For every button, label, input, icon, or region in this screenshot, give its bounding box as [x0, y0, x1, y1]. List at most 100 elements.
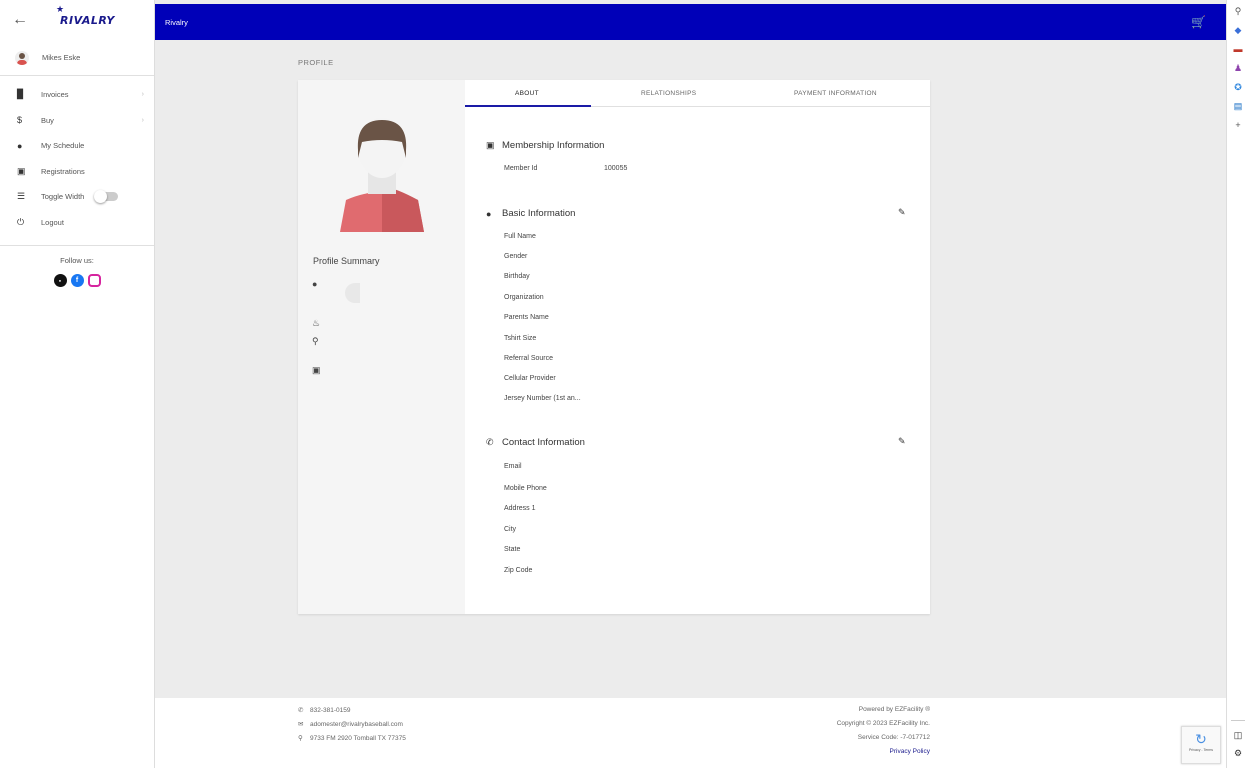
rivalry-logo[interactable]: ★ RIVALRY — [56, 5, 115, 27]
recaptcha-icon: ↻ — [1195, 731, 1207, 747]
app-title: Rivalry — [165, 17, 188, 27]
copilot-icon[interactable]: ✪ — [1232, 81, 1244, 93]
profile-summary-panel: Profile Summary ● ♨ ⚲ ▣ — [298, 80, 465, 614]
footer-email[interactable]: ✉ adomester@rivalrybaseball.com — [298, 720, 403, 728]
sidebar-item-buy[interactable]: $ Buy › — [0, 108, 154, 134]
facebook-icon[interactable]: f — [70, 274, 84, 287]
field-full-name: Full Name — [504, 233, 536, 240]
plus-icon[interactable]: + — [1232, 119, 1244, 131]
sidebar-item-invoices[interactable]: ▉ Invoices › — [0, 82, 154, 108]
chevron-right-icon: › — [141, 91, 144, 99]
recaptcha-links[interactable]: Privacy - Terms — [1182, 748, 1220, 752]
footer-phone[interactable]: ✆ 832-381-0159 — [298, 706, 350, 714]
active-tab-indicator — [465, 105, 591, 107]
sidebar-item-label: Registrations — [41, 166, 85, 176]
location-pin-icon: ⚲ — [298, 735, 303, 742]
powered-by: Powered by EZFacility ® — [858, 706, 930, 713]
outlook-icon[interactable]: ▤ — [1232, 100, 1244, 112]
tab-about[interactable]: ABOUT — [515, 90, 539, 97]
footer: ✆ 832-381-0159 ✉ adomester@rivalrybaseball… — [155, 698, 1226, 768]
browser-side-rail: ⚲ ◆ ▬ ♟ ✪ ▤ + ◫ ⚙ — [1226, 0, 1249, 768]
id-card-icon: ▣ — [17, 165, 26, 176]
sidebar-item-logout[interactable]: ⏻ Logout — [0, 210, 154, 236]
field-address-1: Address 1 — [504, 505, 536, 512]
sidebar-item-label: Logout — [41, 217, 64, 227]
field-referral-source: Referral Source — [504, 355, 554, 362]
edit-contact-pencil-icon[interactable]: ✎ — [898, 436, 906, 447]
sidebar-user[interactable]: Mikes Eske — [0, 40, 154, 76]
avatar — [15, 50, 29, 65]
user-name: Mikes Eske — [42, 53, 81, 62]
person-icon: ● — [17, 140, 23, 151]
sidebar-menu: ▉ Invoices › $ Buy › ● My Schedule ▣ Reg… — [0, 76, 154, 235]
member-id-value: 100055 — [604, 165, 628, 172]
field-jersey-number: Jersey Number (1st an... — [504, 395, 581, 402]
field-email: Email — [504, 463, 522, 470]
cart-icon[interactable]: 🛒 — [1191, 15, 1206, 29]
social-links: ● f — [0, 274, 154, 287]
field-organization: Organization — [504, 294, 544, 301]
location-pin-icon: ⚲ — [312, 336, 319, 346]
profile-tabs: ABOUT RELATIONSHIPS PAYMENT INFORMATION — [465, 80, 930, 107]
id-card-icon: ▣ — [312, 365, 321, 375]
tab-relationships[interactable]: RELATIONSHIPS — [641, 90, 696, 97]
invoice-icon: ▉ — [17, 89, 24, 100]
people-icon[interactable]: ♟ — [1232, 62, 1244, 74]
sidebar-item-toggle-width[interactable]: ☰ Toggle Width — [0, 184, 154, 210]
contact-section-title: ✆ Contact Information — [486, 437, 585, 448]
indent-icon: ☰ — [17, 191, 26, 202]
profile-card: Profile Summary ● ♨ ⚲ ▣ ABOUT RELATIONSH… — [298, 80, 930, 614]
sidebar: ← ★ RIVALRY Mikes Eske ▉ Invoices › $ Buy… — [0, 0, 155, 768]
field-tshirt-size: Tshirt Size — [504, 335, 537, 342]
sidebar-item-label: Invoices — [41, 90, 69, 100]
field-zip-code: Zip Code — [504, 567, 533, 574]
instagram-icon[interactable] — [87, 274, 101, 287]
service-code: Service Code: -7-017712 — [857, 734, 930, 741]
mail-icon: ✉ — [298, 721, 304, 728]
person-icon: ● — [486, 208, 492, 219]
sidebar-item-my-schedule[interactable]: ● My Schedule — [0, 133, 154, 159]
cake-icon: ♨ — [312, 318, 321, 328]
basic-section-title: ● Basic Information — [486, 208, 576, 219]
field-cellular-provider: Cellular Provider — [504, 375, 556, 382]
sidebar-item-label: My Schedule — [41, 141, 85, 151]
field-parents-name: Parents Name — [504, 314, 549, 321]
recaptcha-badge[interactable]: ↻ Privacy - Terms — [1181, 726, 1221, 764]
privacy-policy-link[interactable]: Privacy Policy — [890, 748, 930, 755]
arrow-left-icon[interactable]: ← — [12, 11, 40, 29]
search-icon[interactable]: ⚲ — [1232, 5, 1244, 17]
rail-divider — [1231, 720, 1245, 721]
copyright: Copyright © 2023 EZFacility Inc. — [836, 720, 930, 727]
sidebar-toggle-icon[interactable]: ◫ — [1232, 729, 1244, 741]
toggle-width-switch[interactable] — [94, 190, 119, 204]
profile-summary-title: Profile Summary — [313, 256, 380, 266]
sidebar-item-label: Toggle Width — [41, 192, 85, 202]
field-mobile-phone: Mobile Phone — [504, 485, 547, 492]
phone-icon: ✆ — [486, 437, 494, 447]
field-state: State — [504, 546, 521, 553]
footer-address[interactable]: ⚲ 9733 FM 2920 Tomball TX 77375 — [298, 734, 406, 742]
tab-payment-information[interactable]: PAYMENT INFORMATION — [794, 90, 877, 97]
id-card-icon: ▣ — [486, 140, 495, 150]
sidebar-header: ← ★ RIVALRY — [0, 0, 154, 40]
dollar-icon: $ — [17, 115, 23, 126]
chevron-right-icon: › — [141, 116, 144, 124]
phone-icon: ✆ — [298, 707, 304, 714]
edit-basic-pencil-icon[interactable]: ✎ — [898, 207, 906, 218]
membership-section-title: ▣ Membership Information — [486, 140, 605, 151]
field-city: City — [504, 526, 517, 533]
gear-icon[interactable]: ⚙ — [1232, 747, 1244, 759]
field-gender: Gender — [504, 253, 528, 260]
member-id-label: Member Id — [504, 165, 538, 172]
follow-us-label: Follow us: — [60, 256, 94, 265]
social-app-icon[interactable]: ● — [53, 274, 67, 287]
field-birthday: Birthday — [504, 273, 530, 280]
sidebar-item-registrations[interactable]: ▣ Registrations — [0, 159, 154, 185]
power-icon: ⏻ — [17, 216, 25, 227]
briefcase-icon[interactable]: ▬ — [1232, 43, 1244, 55]
tag-icon[interactable]: ◆ — [1232, 24, 1244, 36]
person-icon: ● — [312, 279, 318, 289]
summary-placeholder — [345, 283, 360, 303]
profile-avatar[interactable] — [326, 114, 438, 232]
top-bar: Rivalry 🛒 — [155, 4, 1226, 40]
